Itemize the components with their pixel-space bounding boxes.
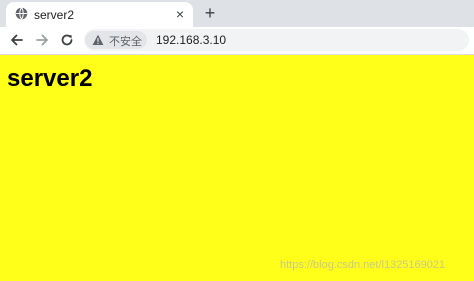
tab-server2[interactable]: server2 × bbox=[6, 2, 193, 27]
page-heading: server2 bbox=[7, 65, 93, 92]
tab-close-icon[interactable]: × bbox=[172, 6, 188, 22]
tab-title: server2 bbox=[34, 8, 75, 22]
page-content: server2 https://blog.csdn.net/l132516902… bbox=[0, 55, 474, 281]
security-chip[interactable]: 不安全 bbox=[85, 31, 147, 49]
forward-arrow-icon[interactable] bbox=[33, 31, 51, 49]
browser-toolbar: 不安全 192.168.3.10 bbox=[0, 27, 474, 55]
new-tab-button[interactable]: + bbox=[200, 3, 220, 23]
watermark-text: https://blog.csdn.net/l1325169021 bbox=[280, 259, 446, 271]
address-bar[interactable]: 不安全 192.168.3.10 bbox=[84, 29, 469, 51]
back-arrow-icon[interactable] bbox=[8, 31, 26, 49]
security-label: 不安全 bbox=[109, 36, 142, 48]
globe-icon bbox=[15, 7, 28, 20]
tab-strip: server2 × + bbox=[0, 0, 474, 27]
url-text[interactable]: 192.168.3.10 bbox=[156, 33, 226, 47]
warning-icon bbox=[92, 34, 104, 45]
reload-icon[interactable] bbox=[58, 31, 76, 49]
